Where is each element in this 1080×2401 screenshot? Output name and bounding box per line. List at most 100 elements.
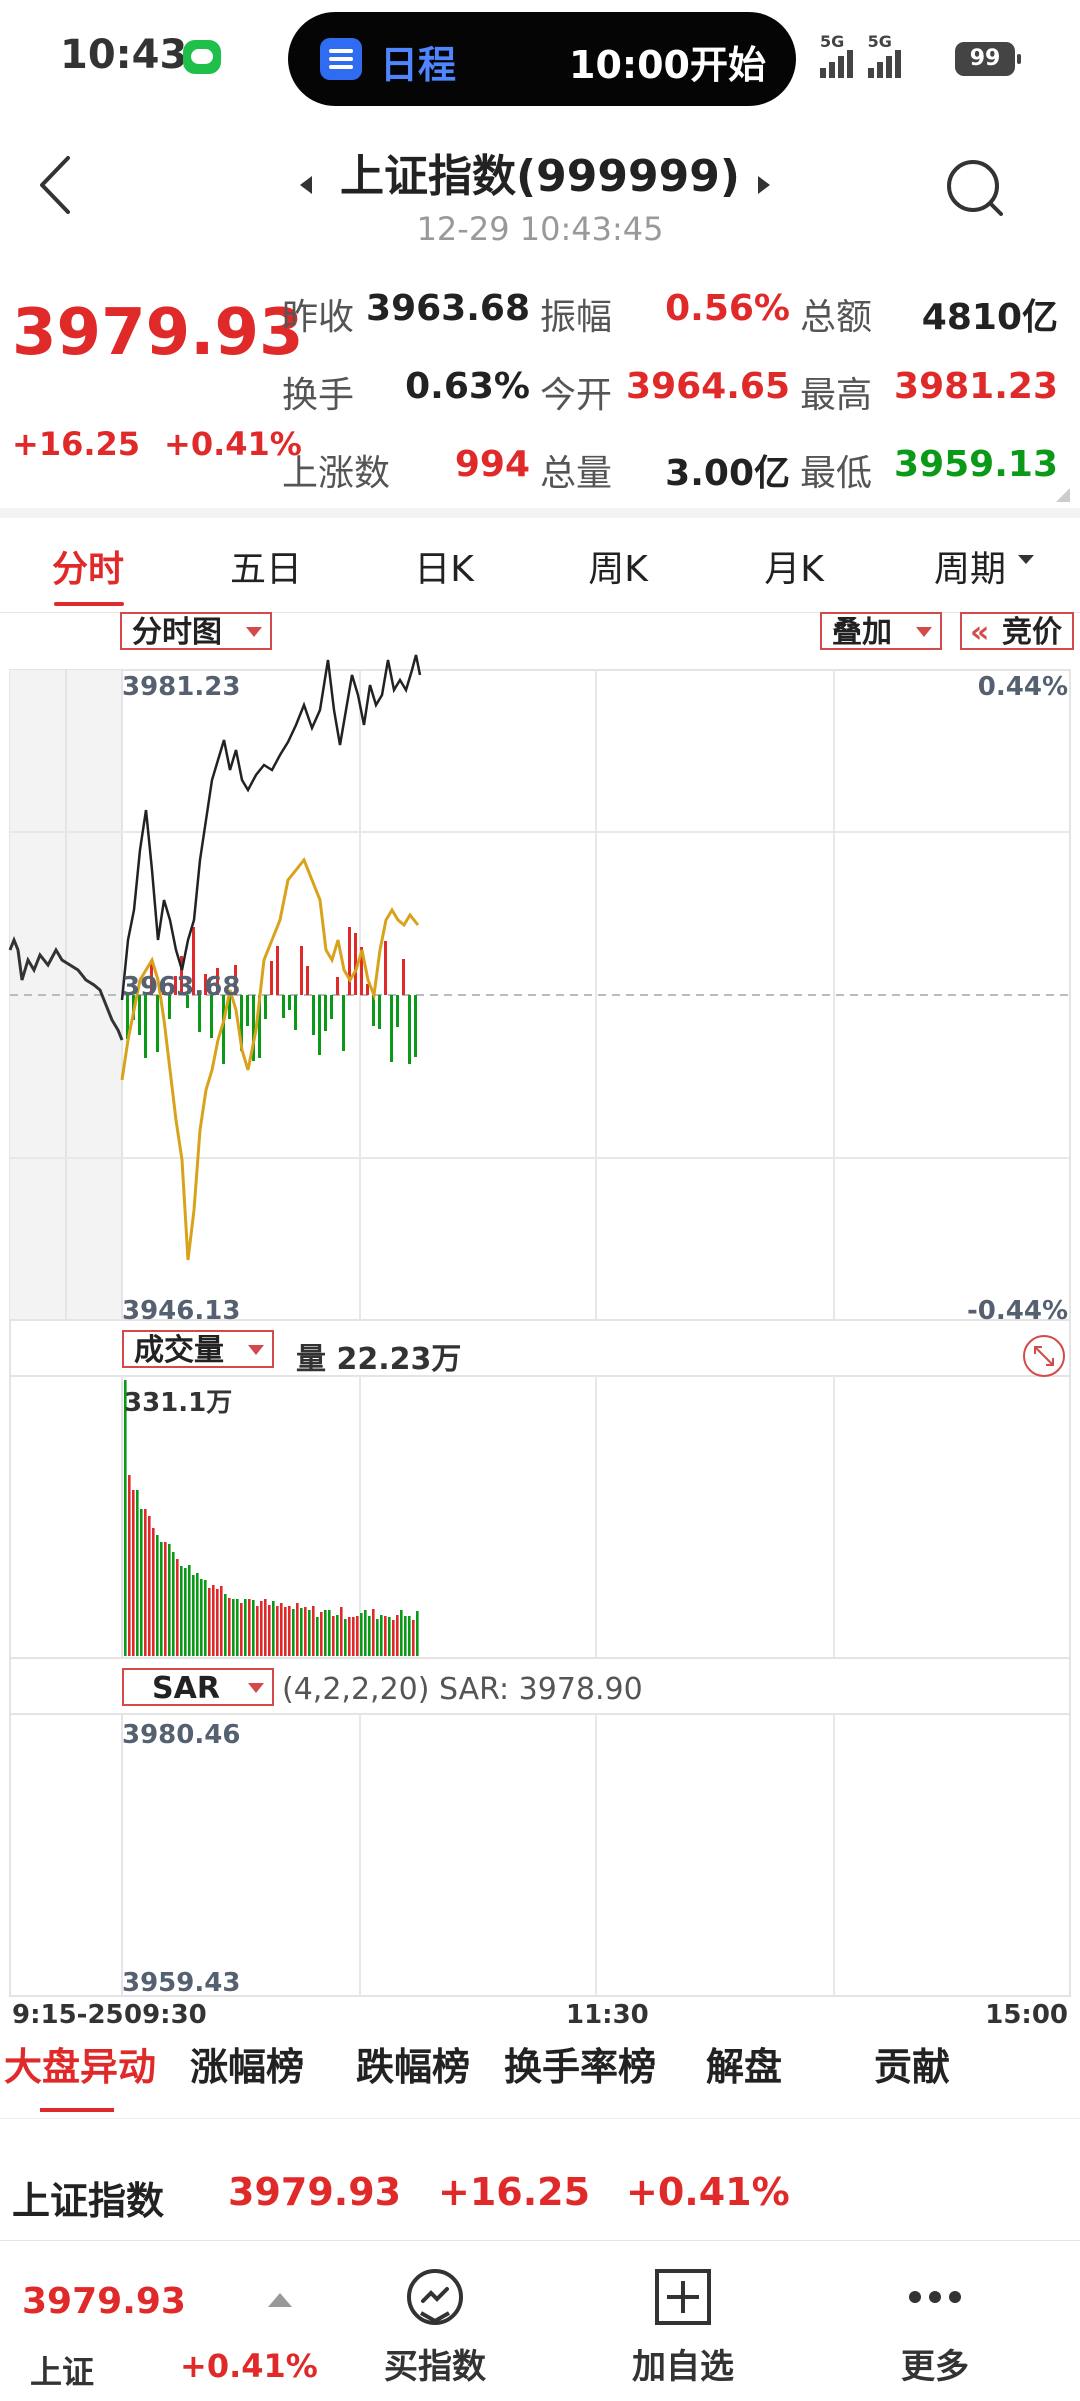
search-button[interactable] — [945, 158, 1007, 220]
auction-label: 竞价 — [1002, 615, 1062, 650]
tab-period[interactable]: 月K — [734, 540, 854, 592]
flow-bar — [408, 995, 411, 1064]
next-stock-icon[interactable] — [758, 176, 770, 194]
indicator-select[interactable]: SAR — [122, 1668, 274, 1706]
auction-toggle[interactable]: « 竞价 — [960, 612, 1074, 650]
tab-market[interactable]: 涨幅榜 — [190, 2036, 304, 2091]
chevron-down-icon — [246, 627, 262, 637]
volume-bar — [276, 1606, 279, 1656]
tab-market[interactable]: 大盘异动 — [4, 2036, 156, 2091]
tab-period[interactable]: 周期 — [910, 540, 1030, 592]
quote-value: 3981.23 — [894, 366, 1058, 407]
collapse-up-icon[interactable] — [268, 2293, 292, 2307]
indicator-text: (4,2,2,20) SAR: 3978.90 — [282, 1672, 643, 1707]
view-select[interactable]: 分时图 — [120, 612, 272, 650]
double-chevron-left-icon: « — [970, 615, 990, 650]
chevron-left-icon — [40, 156, 70, 214]
volume-bar — [240, 1603, 243, 1656]
view-select-label: 分时图 — [132, 615, 222, 650]
quote-label: 振幅 — [540, 297, 613, 338]
volume-bar — [388, 1617, 391, 1656]
price-low-label: 3946.13 — [122, 1296, 241, 1326]
chevron-down-icon — [916, 627, 932, 637]
list-item[interactable]: 上证指数 3979.93 +16.25 +0.41% — [0, 2170, 1080, 2240]
volume-bar — [136, 1490, 139, 1656]
quote-label: 总量 — [540, 453, 613, 494]
volume-select[interactable]: 成交量 — [122, 1330, 274, 1368]
add-icon — [655, 2269, 711, 2325]
signal-icon: 5G 5G — [820, 34, 910, 78]
quote-label: 总额 — [800, 297, 873, 338]
flow-bar — [300, 946, 303, 995]
more-button[interactable]: 更多 — [860, 2265, 1010, 2388]
time-label-open: 09:30 — [124, 2000, 207, 2030]
tab-period[interactable]: 五日 — [206, 540, 326, 592]
tab-market[interactable]: 贡献 — [874, 2036, 950, 2091]
volume-bar — [280, 1603, 283, 1656]
status-time: 10:43 — [60, 32, 188, 78]
volume-bar — [224, 1594, 227, 1656]
tab-market[interactable]: 换手率榜 — [504, 2036, 656, 2091]
change-value: +16.25 — [12, 425, 141, 463]
current-price: 3979.93 — [12, 296, 304, 370]
volume-bar — [172, 1552, 175, 1656]
volume-bar — [252, 1600, 255, 1656]
volume-bar — [192, 1575, 195, 1656]
quote-value: 0.56% — [665, 288, 790, 329]
quote-value: 3963.68 — [366, 288, 530, 329]
tab-market[interactable]: 解盘 — [706, 2036, 782, 2091]
volume-bar — [348, 1617, 351, 1656]
chevron-down-icon — [1018, 555, 1034, 564]
price-high-label: 3981.23 — [122, 672, 241, 702]
back-button[interactable] — [30, 150, 80, 220]
page-subtitle: 12-29 10:43:45 — [416, 210, 664, 248]
volume-bar — [400, 1610, 403, 1656]
search-icon — [947, 160, 1003, 216]
volume-bar — [300, 1608, 303, 1656]
flow-bar — [288, 995, 291, 1010]
flow-bar — [156, 995, 159, 1052]
add-watchlist-button[interactable]: 加自选 — [608, 2265, 758, 2388]
flow-bar — [246, 995, 249, 1026]
quote-label: 最低 — [800, 453, 873, 494]
volume-bar — [308, 1610, 311, 1656]
volume-bar — [328, 1610, 331, 1656]
volume-bar — [168, 1544, 171, 1656]
volume-bar — [228, 1598, 231, 1656]
volume-bar — [196, 1573, 199, 1656]
bottom-bar: 3979.93 上证 +0.41% 买指数 加自选 更多 — [0, 2240, 1080, 2401]
time-label-close: 15:00 — [985, 2000, 1068, 2030]
volume-bar — [216, 1589, 219, 1656]
tab-underline — [40, 2108, 114, 2112]
flow-bar — [366, 984, 369, 995]
volume-bar — [156, 1535, 159, 1656]
volume-bar — [268, 1605, 271, 1656]
overlay-select[interactable]: 叠加 — [820, 612, 942, 650]
expand-corner-icon[interactable] — [1056, 488, 1070, 502]
tab-market[interactable]: 跌幅榜 — [356, 2036, 470, 2091]
quote-label: 换手 — [282, 375, 355, 416]
volume-bar — [132, 1490, 135, 1656]
volume-bar — [244, 1599, 247, 1656]
volume-bar — [416, 1611, 419, 1656]
volume-bar — [292, 1609, 295, 1656]
volume-bar — [260, 1601, 263, 1656]
header-title-block: 上证指数(999999) 12-29 10:43:45 — [300, 140, 780, 248]
flow-bar — [324, 995, 327, 1031]
divider — [0, 2118, 1080, 2119]
tab-period[interactable]: 分时 — [28, 540, 148, 592]
dynamic-island[interactable]: 日程 10:00开始 — [288, 12, 796, 106]
flow-bar — [390, 995, 393, 1062]
volume-bar — [248, 1599, 251, 1656]
volume-bar — [360, 1613, 363, 1656]
volume-select-label: 成交量 — [134, 1333, 224, 1368]
volume-bar — [356, 1616, 359, 1656]
tab-period[interactable]: 日K — [384, 540, 504, 592]
buy-index-button[interactable]: 买指数 — [360, 2265, 510, 2388]
tab-period[interactable]: 周K — [558, 540, 678, 592]
volume-bar — [332, 1616, 335, 1656]
volume-bar — [396, 1615, 399, 1656]
volume-bar — [344, 1619, 347, 1656]
fullscreen-button[interactable] — [1022, 1334, 1066, 1378]
network-label-1: 5G — [820, 32, 845, 51]
